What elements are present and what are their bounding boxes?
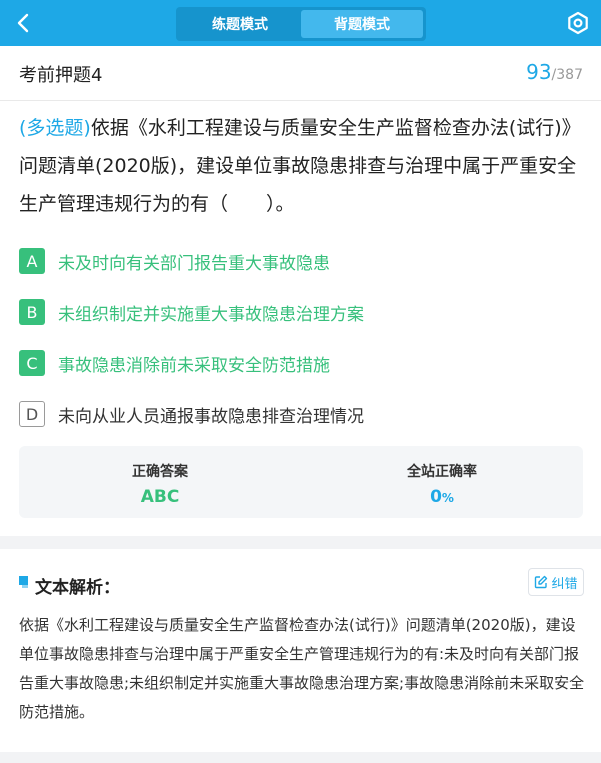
option-text: 事故隐患消除前未采取安全防范措施 [58, 355, 330, 376]
mode-switch: 练题模式 背题模式 [176, 7, 426, 41]
option-text: 未向从业人员通报事故隐患排查治理情况 [58, 406, 364, 427]
question-type-label: (多选题) [19, 117, 91, 139]
settings-button[interactable] [565, 10, 591, 36]
tab-memorize-mode[interactable]: 背题模式 [301, 10, 423, 38]
exam-title: 考前押题4 [19, 65, 103, 86]
analysis-title: 文本解析： [35, 578, 120, 598]
tab-practice-mode[interactable]: 练题模式 [179, 10, 301, 38]
option-letter: D [19, 401, 45, 427]
option-a[interactable]: A 未及时向有关部门报告重大事故隐患 [19, 236, 585, 286]
settings-icon [568, 11, 588, 35]
question-stem: (多选题)依据《水利工程建设与质量安全生产监督检查办法(试行)》问题清单(202… [19, 109, 585, 223]
answer-stats-panel: 正确答案 ABC 全站正确率 0% [19, 446, 583, 518]
option-d[interactable]: D 未向从业人员通报事故隐患排查治理情况 [19, 389, 585, 439]
correct-answer-label: 正确答案 [132, 464, 188, 480]
question-counter: 93/387 [526, 60, 583, 84]
section-marker-icon [19, 576, 28, 588]
question-text: 依据《水利工程建设与质量安全生产监督检查办法(试行)》问题清单(2020版)，建… [19, 117, 581, 215]
option-text: 未及时向有关部门报告重大事故隐患 [58, 253, 330, 274]
option-letter: B [19, 299, 45, 325]
accuracy-rate-stat: 全站正确率 0% [301, 446, 583, 518]
option-letter: C [19, 350, 45, 376]
edit-icon [535, 575, 548, 589]
top-navigation-bar: 练题模式 背题模式 [0, 0, 601, 46]
accuracy-rate-label: 全站正确率 [407, 464, 477, 480]
question-card: 考前押题4 93/387 (多选题)依据《水利工程建设与质量安全生产监督检查办法… [0, 46, 601, 536]
accuracy-rate-display: 0% [301, 487, 583, 507]
option-letter: A [19, 248, 45, 274]
report-error-button[interactable]: 纠错 [528, 568, 584, 596]
correct-answer-value: ABC [140, 487, 180, 507]
analysis-card: 文本解析： 纠错 依据《水利工程建设与质量安全生产监督检查办法(试行)》问题清单… [0, 549, 601, 752]
report-error-label: 纠错 [551, 576, 578, 592]
accuracy-rate-value: 0 [430, 487, 442, 507]
correct-answer-stat: 正确答案 ABC [19, 446, 301, 518]
options-list: A 未及时向有关部门报告重大事故隐患 B 未组织制定并实施重大事故隐患治理方案 … [19, 236, 585, 440]
accuracy-rate-unit: % [441, 491, 454, 505]
chevron-left-icon [17, 13, 29, 33]
total-question-count: 387 [556, 67, 583, 83]
current-question-number: 93 [526, 60, 552, 84]
back-button[interactable] [10, 9, 38, 37]
option-text: 未组织制定并实施重大事故隐患治理方案 [58, 304, 364, 325]
analysis-text: 依据《水利工程建设与质量安全生产监督检查办法(试行)》问题清单(2020版)，建… [19, 616, 585, 721]
question-header: 考前押题4 93/387 [0, 46, 601, 101]
option-c[interactable]: C 事故隐患消除前未采取安全防范措施 [19, 338, 585, 388]
option-b[interactable]: B 未组织制定并实施重大事故隐患治理方案 [19, 287, 585, 337]
